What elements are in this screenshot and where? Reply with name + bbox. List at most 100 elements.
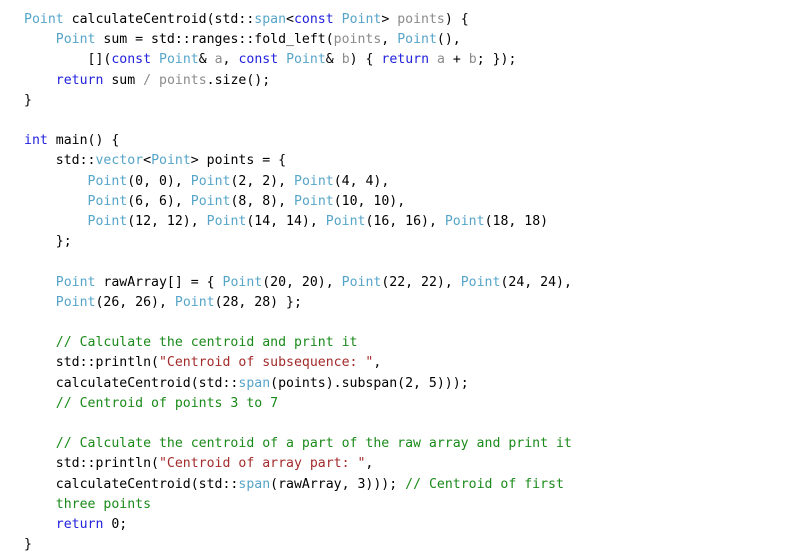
code-token-typ: Point bbox=[87, 214, 128, 230]
code-token-pl: 0; bbox=[103, 517, 128, 533]
code-token-pl: ) { bbox=[444, 12, 469, 27]
code-token-pl: (10, 10), bbox=[333, 193, 406, 209]
code-token-kw: return bbox=[55, 517, 104, 533]
code-token-kw: const bbox=[238, 52, 279, 68]
code-token-par: points bbox=[159, 72, 207, 88]
code-token-typ: Point bbox=[341, 274, 382, 290]
code-token-str: "Centroid of array part: " bbox=[158, 456, 366, 472]
code-token-typ: Point bbox=[325, 214, 366, 230]
code-token-pl: (24, 24), bbox=[500, 274, 572, 290]
code-line: // Calculate the centroid of a part of t… bbox=[24, 434, 790, 454]
code-token-pl: sum = std::ranges::fold_left( bbox=[95, 32, 334, 48]
code-token-pl: .size(); bbox=[206, 72, 271, 88]
code-token-pl: , bbox=[381, 32, 398, 48]
code-token-typ: Point bbox=[174, 294, 215, 310]
code-line: Point(6, 6), Point(8, 8), Point(10, 10), bbox=[24, 192, 790, 212]
code-token-pl: (26, 26), bbox=[95, 294, 175, 310]
code-line: // Centroid of points 3 to 7 bbox=[24, 394, 790, 414]
code-token-typ: Point bbox=[87, 173, 128, 189]
code-token-typ: Point bbox=[24, 12, 64, 27]
code-token-par: / bbox=[143, 72, 159, 88]
code-line: // Calculate the centroid and print it bbox=[24, 333, 790, 353]
code-token-typ: span bbox=[238, 375, 271, 391]
code-line: std::vector<Point> points = { bbox=[24, 151, 790, 171]
code-token-pl: (6, 6), bbox=[127, 193, 191, 209]
code-token-pl: }; bbox=[24, 234, 72, 250]
code-token-typ: Point bbox=[397, 32, 437, 48]
code-token-pl: (4, 4), bbox=[333, 173, 390, 189]
code-line: return 0; bbox=[24, 515, 790, 535]
code-token-pl: } bbox=[24, 92, 32, 108]
code-token-kw: return bbox=[55, 72, 104, 88]
code-token-typ: Point bbox=[444, 214, 485, 230]
code-line: Point calculateCentroid(std::span<const … bbox=[24, 10, 790, 30]
code-token-typ: Point bbox=[190, 193, 231, 209]
code-line: } bbox=[24, 91, 790, 111]
code-token-typ: Point bbox=[55, 294, 96, 310]
code-token-cmt: // Centroid of points 3 to 7 bbox=[55, 395, 279, 411]
code-token-par: a bbox=[214, 52, 223, 68]
code-token-cmt: // Calculate the centroid and print it bbox=[55, 335, 358, 351]
code-token-pl: , bbox=[222, 52, 239, 68]
code-line: Point rawArray[] = { Point(20, 20), Poin… bbox=[24, 273, 790, 293]
code-token-typ: Point bbox=[294, 173, 334, 189]
code-token-pl: []( bbox=[24, 52, 112, 68]
code-token-pl: (22, 22), bbox=[381, 274, 461, 290]
code-token-cmt: // Calculate the centroid of a part of t… bbox=[55, 436, 572, 452]
code-token-par: a bbox=[437, 52, 445, 68]
code-token-pl: > points = { bbox=[190, 153, 287, 169]
code-line: }; bbox=[24, 232, 790, 252]
code-token-par: b bbox=[468, 52, 477, 68]
code-token-par: points bbox=[397, 12, 445, 27]
code-token-pl: (8, 8), bbox=[230, 193, 294, 209]
code-token-kw: return bbox=[381, 52, 430, 68]
code-token-pl: (rawArray, 3))); bbox=[270, 476, 406, 492]
code-token-pl: (28, 28) }; bbox=[214, 294, 302, 310]
code-token-kw: const bbox=[293, 12, 334, 27]
code-token-pl: (18, 18) bbox=[484, 214, 549, 230]
code-line: return sum / points.size(); bbox=[24, 71, 790, 91]
code-token-pl: } bbox=[24, 537, 32, 553]
code-token-typ: Point bbox=[55, 32, 96, 48]
code-token-pl: + bbox=[444, 52, 469, 68]
code-token-pl: (2, 2), bbox=[230, 173, 294, 189]
code-line: Point(26, 26), Point(28, 28) }; bbox=[24, 293, 790, 313]
code-token-typ: Point bbox=[222, 274, 263, 290]
code-listing: Point calculateCentroid(std::span<const … bbox=[0, 0, 790, 555]
code-token-pl: ) { bbox=[349, 52, 382, 68]
code-token-typ: vector bbox=[95, 153, 144, 169]
code-token-pl: main() { bbox=[47, 133, 120, 149]
code-token-pl: < bbox=[143, 153, 152, 169]
code-token-typ: Point bbox=[341, 12, 382, 27]
code-line: calculateCentroid(std::span(rawArray, 3)… bbox=[24, 475, 790, 495]
code-line: Point(12, 12), Point(14, 14), Point(16, … bbox=[24, 212, 790, 232]
code-token-cmt: // Centroid of first bbox=[405, 476, 564, 492]
code-line: Point(0, 0), Point(2, 2), Point(4, 4), bbox=[24, 172, 790, 192]
code-token-pl: , bbox=[373, 355, 382, 371]
code-token-typ: Point bbox=[159, 52, 199, 68]
code-token-pl: , bbox=[365, 456, 374, 472]
code-token-typ: Point bbox=[87, 193, 128, 209]
code-token-pl: & bbox=[198, 52, 215, 68]
code-line: } bbox=[24, 535, 790, 555]
code-token-cmt: three points bbox=[55, 496, 152, 512]
code-token-pl: std::println( bbox=[24, 456, 159, 472]
code-token-pl: (20, 20), bbox=[262, 274, 342, 290]
code-token-pl: rawArray[] = { bbox=[95, 274, 223, 290]
